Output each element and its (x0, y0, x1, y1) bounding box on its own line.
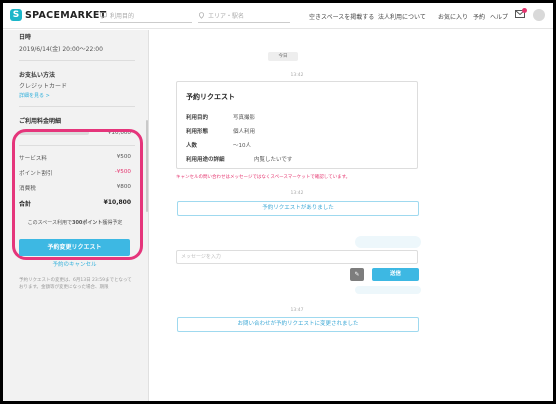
edit-icon[interactable]: ✎ (350, 268, 364, 281)
logo-text: SPACEMARKET (25, 9, 107, 21)
request-row-key: 利用目的 (186, 115, 209, 121)
request-row-value: 個人利用 (233, 129, 256, 135)
bill-title: ご利用料金明細 (19, 118, 62, 125)
date-separator: 今日 (268, 52, 298, 61)
payment-detail-link[interactable]: 詳細を見る > (19, 92, 50, 99)
notification-badge (522, 8, 527, 13)
area-search-input[interactable]: エリア・駅名 (198, 9, 290, 23)
message-input[interactable]: メッセージを入力 (176, 250, 418, 264)
message-bubble-decoration (355, 236, 421, 248)
reservation-sidebar: 日時 2019/6/14(金) 20:00〜22:00 お支払い方法 クレジット… (3, 30, 149, 401)
message-time: 13:42 (290, 73, 304, 78)
change-deadline-note: 予約リクエストの変更は、6月13日 23:59までとなっております。金額等が変更… (19, 278, 132, 290)
request-card: 予約リクエスト 利用目的 写真撮影 利用形態 個人利用 人数 〜10人 利用用途… (176, 81, 418, 169)
request-row: 利用用途の詳細 内覧したいです (186, 155, 292, 163)
message-time: 13:42 (290, 191, 304, 196)
inquiry-changed-message[interactable]: お問い合わせが予約リクエストに変更されました (177, 317, 419, 332)
cancel-reservation-link[interactable]: 予約のキャンセル (19, 260, 130, 268)
chat-icon (100, 12, 107, 19)
top-header: S SPACEMARKET 利用目的 エリア・駅名 空きスペースを掲載する 法人… (3, 3, 553, 29)
cancel-warning: キャンセルの問い合わせはメッセージではなくスペースマーケットで確認しています。 (176, 175, 351, 180)
request-card-title: 予約リクエスト (186, 93, 235, 101)
location-pin-icon (199, 12, 204, 19)
user-avatar[interactable] (533, 9, 545, 21)
send-button[interactable]: 送信 (372, 268, 419, 281)
request-row-key: 人数 (186, 143, 198, 149)
nav-help[interactable]: ヘルプ (490, 12, 508, 21)
payment-label: お支払い方法 (19, 72, 56, 79)
payment-value: クレジットカード (19, 83, 68, 90)
nav-favorites[interactable]: お気に入り (438, 12, 468, 21)
message-bubble-decoration (355, 286, 421, 294)
change-request-button[interactable]: 予約変更リクエスト (19, 239, 130, 256)
purpose-search-input[interactable]: 利用目的 (100, 9, 192, 23)
date-value: 2019/6/14(金) 20:00〜22:00 (19, 46, 103, 53)
request-row-key: 利用形態 (186, 129, 209, 135)
nav-corporate[interactable]: 法人利用について (378, 12, 426, 21)
request-row-key: 利用用途の詳細 (186, 157, 225, 163)
area-search-placeholder: エリア・駅名 (208, 13, 245, 20)
purpose-search-placeholder: 利用目的 (110, 13, 135, 20)
request-row: 利用形態 個人利用 (186, 127, 255, 135)
message-thread: 今日 13:42 予約リクエスト 利用目的 写真撮影 利用形態 個人利用 人数 … (150, 30, 553, 401)
sidebar-scrollbar[interactable] (146, 120, 148, 212)
message-time: 13:47 (290, 308, 304, 313)
logo[interactable]: S SPACEMARKET (10, 9, 107, 21)
date-label: 日時 (19, 34, 32, 41)
divider (19, 106, 135, 107)
request-received-message[interactable]: 予約リクエストがありました (177, 201, 419, 216)
divider (19, 60, 135, 61)
request-row-value: 〜10人 (233, 143, 251, 149)
nav-list-space[interactable]: 空きスペースを掲載する (309, 12, 374, 21)
nav-reservations[interactable]: 予約 (473, 12, 485, 21)
logo-icon: S (10, 9, 22, 21)
request-row-value: 内覧したいです (254, 157, 293, 163)
app-window: S SPACEMARKET 利用目的 エリア・駅名 空きスペースを掲載する 法人… (3, 3, 553, 401)
request-row-value: 写真撮影 (233, 115, 256, 121)
request-row: 利用目的 写真撮影 (186, 113, 255, 121)
request-row: 人数 〜10人 (186, 141, 251, 149)
